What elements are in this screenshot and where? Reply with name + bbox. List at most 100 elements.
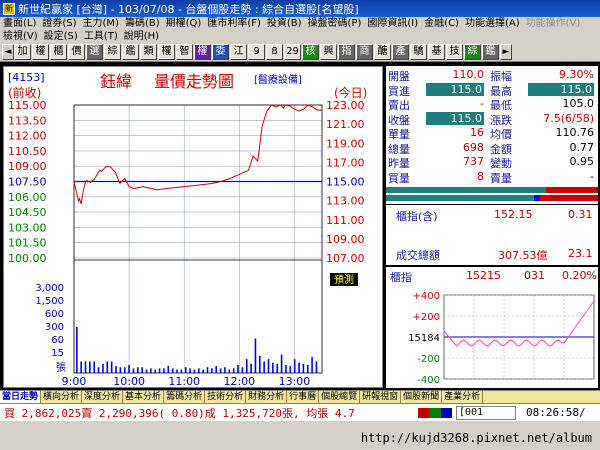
menu-item-6[interactable]: 投資(B) [264, 17, 305, 30]
quote-value: 9.30% [559, 68, 594, 81]
volume-bar [167, 366, 170, 373]
menu-item-3[interactable]: 籌碼(B) [122, 17, 163, 30]
volume-bar [285, 364, 287, 373]
toolbar-next-icon[interactable]: ► [500, 44, 512, 60]
toolbar-button-19[interactable]: 商 [356, 44, 373, 60]
menu-item-9[interactable]: 金融(C) [421, 17, 462, 30]
volume-bar [176, 369, 178, 373]
toolbar-prev-icon[interactable]: ◄ [2, 44, 14, 60]
toolbar-button-4[interactable]: 選 [86, 44, 103, 60]
toolbar-button-24[interactable]: 技 [446, 44, 463, 60]
toolbar-button-3[interactable]: 價 [68, 44, 85, 60]
tab-6[interactable]: 財務分析 [246, 391, 288, 403]
volume-bar [110, 361, 113, 373]
volume-tick-label: 15 [51, 348, 64, 359]
volume-bar [76, 327, 78, 373]
toolbar-button-16[interactable]: 核 [302, 44, 319, 60]
right-tick-label: 109.00 [326, 233, 365, 246]
toolbar-button-26[interactable]: 鑑 [482, 44, 499, 60]
price-volume-chart[interactable]: [4153] 鈺緯 量價走勢圖 [醫療設備] (前收) (今日) 115.00 113.50 1… [3, 66, 383, 388]
quote-value: 115.0 [426, 111, 484, 125]
menu2-item-3[interactable]: 說明(H) [121, 30, 162, 43]
menu-item-7[interactable]: 操盤密碼(P) [305, 17, 365, 30]
menu-item-8[interactable]: 國際資訊(I) [364, 17, 421, 30]
tab-4[interactable]: 籌碼分析 [164, 391, 206, 403]
toolbar-button-23[interactable]: 基 [428, 44, 445, 60]
toolbar-button-6[interactable]: 鑑 [122, 44, 139, 60]
toolbar-button-5[interactable]: 綜 [104, 44, 121, 60]
volume-bar [211, 368, 213, 373]
tab-9[interactable]: 研報視窗 [360, 391, 402, 403]
window-title: 新世紀贏家 [台灣] - 103/07/08 - 台盤個股走勢 : 綜合自選股[… [18, 2, 359, 16]
app-icon: 新 [3, 2, 15, 15]
volume-bar [128, 364, 130, 373]
toolbar-button-7[interactable]: 類 [140, 44, 157, 60]
volume-bar [302, 363, 305, 373]
toolbar-button-0[interactable]: 加 [14, 44, 31, 60]
tab-5[interactable]: 技術分析 [205, 391, 247, 403]
mini-index-line [443, 300, 595, 347]
left-tick-label: 106.00 [8, 191, 47, 204]
toolbar-button-15[interactable]: 29 [284, 44, 301, 60]
volume-bar [241, 367, 244, 373]
left-tick-label: 109.00 [8, 160, 47, 173]
toolbar-button-21[interactable]: 產 [392, 44, 409, 60]
toolbar-button-17[interactable]: 興 [320, 44, 337, 60]
quote-label: 賣量 [490, 171, 512, 185]
volume-bar [158, 368, 161, 373]
quote-value: 0.77 [569, 140, 595, 154]
menu2-item-0[interactable]: 檢視(V) [0, 30, 41, 43]
menu-item-10[interactable]: 功能選擇(A) [462, 17, 523, 30]
tab-11[interactable]: 產業分析 [442, 391, 484, 403]
volume-bar [254, 338, 257, 373]
x-tick-label: 12:00 [223, 375, 255, 388]
left-tick-label: 100.00 [8, 252, 47, 265]
volume-bar [215, 366, 218, 373]
right-tick-label: 113.00 [326, 195, 365, 208]
toolbar-button-9[interactable]: 智 [176, 44, 193, 60]
toolbar-button-20[interactable]: 醣 [374, 44, 391, 60]
volume-bar [306, 364, 309, 373]
toolbar-button-1[interactable]: 權 [32, 44, 49, 60]
toolbar-button-11[interactable]: 委 [212, 44, 229, 60]
menu2-item-2[interactable]: 工具(T) [81, 30, 121, 43]
volume-bar [298, 362, 300, 373]
menu-item-4[interactable]: 期權(Q) [163, 17, 205, 30]
toolbar-button-10[interactable]: 權 [194, 44, 211, 60]
tab-2[interactable]: 深度分析 [82, 391, 124, 403]
stock-code-input[interactable]: [001 [456, 405, 516, 420]
toolbar-button-14[interactable]: 8 [266, 44, 283, 60]
tab-0[interactable]: 當日走勢 [0, 391, 42, 403]
right-tick-label: 121.00 [326, 118, 365, 131]
menu-item-0[interactable]: 畫面(L) [0, 17, 39, 30]
menu-item-2[interactable]: 主力(M) [80, 17, 122, 30]
menu2-item-1[interactable]: 設定(S) [41, 30, 81, 43]
left-tick-label: 112.00 [8, 130, 47, 143]
quote-panel: 開盤 110.0 振幅 9.30% 買進 115.0 最高 115.0 賣出 - 最低 105.0 收盤… [386, 66, 598, 186]
toolbar-button-22[interactable]: 驕 [410, 44, 427, 60]
status-ticker: 買 2,862,025賣 2,290,396( 0.80)成 1,325,720… [4, 406, 355, 420]
toolbar-button-2[interactable]: 櫃 [50, 44, 67, 60]
toolbar-button-12[interactable]: 江 [230, 44, 247, 60]
volume-bar [202, 369, 204, 373]
menu-item-1[interactable]: 證券(S) [39, 17, 79, 30]
left-tick-label: 110.50 [8, 145, 47, 158]
volume-bar [119, 367, 122, 373]
otc-index-mini-chart[interactable]: 櫃指 15215 031 0.20% +400 +200 15184 -200 -400 [386, 267, 598, 388]
tab-7[interactable]: 行事曆 [287, 391, 320, 403]
menu-item-11[interactable]: 功能操作(V) [523, 17, 584, 30]
quote-value: 16 [470, 126, 484, 139]
tab-3[interactable]: 基本分析 [123, 391, 165, 403]
toolbar-button-25[interactable]: 綜 [464, 44, 481, 60]
volume-bar [80, 361, 82, 373]
tab-10[interactable]: 個股新聞 [401, 391, 443, 403]
toolbar-button-8[interactable]: 權 [158, 44, 175, 60]
quote-value: 737 [463, 155, 484, 168]
tab-1[interactable]: 橫向分析 [41, 391, 83, 403]
toolbar-button-18[interactable]: 指 [338, 44, 355, 60]
quote-value: 8 [477, 169, 484, 183]
mini-tick-label: -400 [417, 375, 440, 386]
menu-item-5[interactable]: 匯市利率(F) [204, 17, 264, 30]
tab-8[interactable]: 個股總覽 [319, 391, 361, 403]
toolbar-button-13[interactable]: 9 [248, 44, 265, 60]
